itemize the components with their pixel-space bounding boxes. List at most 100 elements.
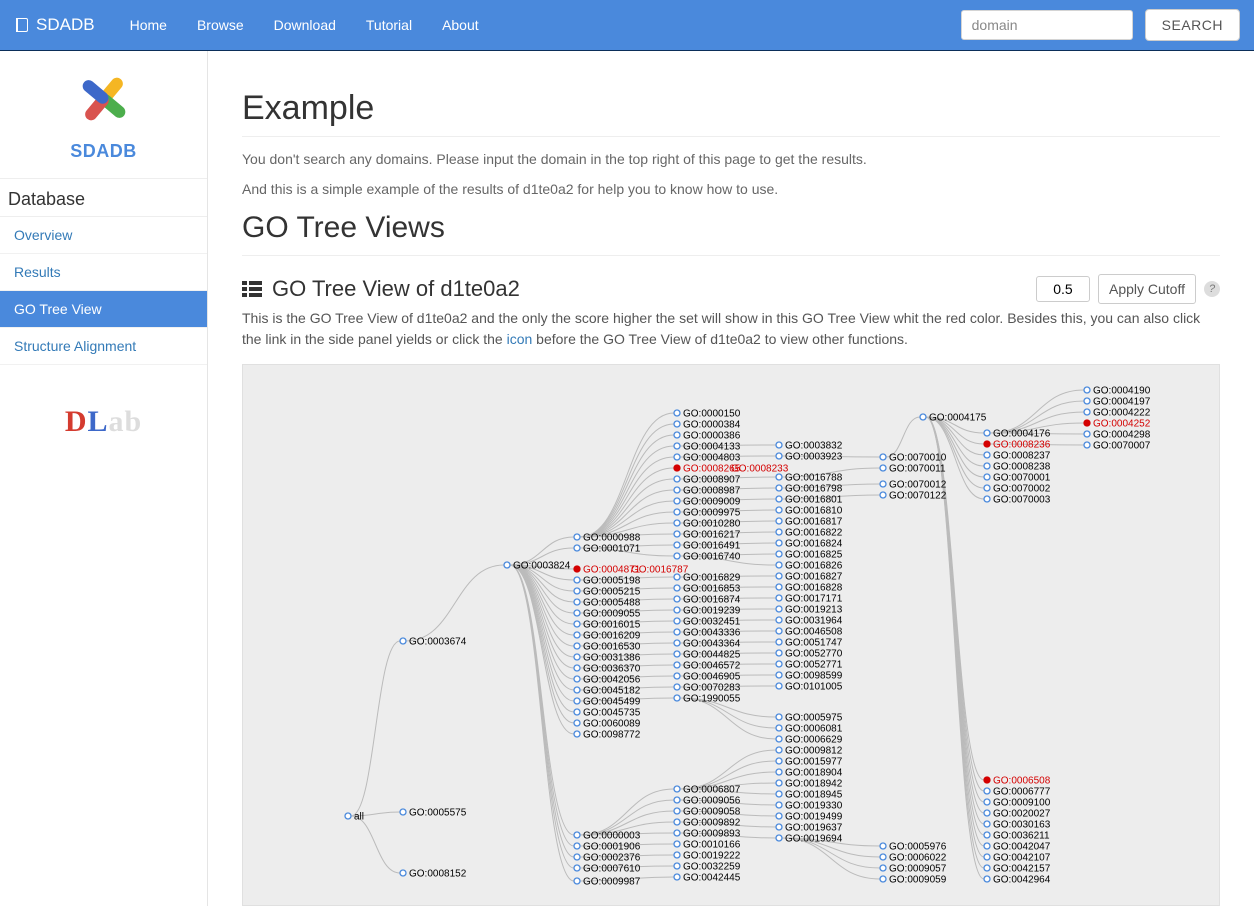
- svg-text:GO:0004133: GO:0004133: [683, 442, 741, 453]
- svg-text:GO:0032259: GO:0032259: [683, 862, 741, 873]
- svg-text:GO:0070012: GO:0070012: [889, 480, 947, 491]
- go-tree-svg[interactable]: allGO:0003674GO:0005575GO:0008152GO:0003…: [243, 365, 1220, 905]
- svg-text:GO:0006022: GO:0006022: [889, 853, 947, 864]
- go-tree-panel[interactable]: allGO:0003674GO:0005575GO:0008152GO:0003…: [242, 364, 1220, 906]
- desc-b: before the GO Tree View of d1te0a2 to vi…: [532, 331, 908, 347]
- nav-about[interactable]: About: [427, 3, 494, 47]
- svg-text:GO:0016217: GO:0016217: [683, 530, 741, 541]
- svg-text:GO:0016826: GO:0016826: [785, 561, 843, 572]
- svg-text:GO:0004252: GO:0004252: [1093, 419, 1151, 430]
- sidebar-item-go-tree-view[interactable]: GO Tree View: [0, 291, 207, 328]
- svg-text:GO:0060089: GO:0060089: [583, 719, 641, 730]
- svg-text:GO:0005198: GO:0005198: [583, 576, 641, 587]
- cutoff-input[interactable]: [1036, 276, 1090, 302]
- navbar: SDADB Home Browse Download Tutorial Abou…: [0, 0, 1254, 51]
- list-icon[interactable]: [242, 280, 262, 298]
- svg-text:GO:0070007: GO:0070007: [1093, 441, 1151, 452]
- svg-text:GO:0000988: GO:0000988: [583, 533, 641, 544]
- svg-text:GO:0009056: GO:0009056: [683, 796, 741, 807]
- block-title-wrap: GO Tree View of d1te0a2: [242, 276, 520, 302]
- svg-text:GO:0042445: GO:0042445: [683, 873, 741, 884]
- sidebar-item-results[interactable]: Results: [0, 254, 207, 291]
- sidebar-item-structure-alignment[interactable]: Structure Alignment: [0, 328, 207, 365]
- nav-browse[interactable]: Browse: [182, 3, 259, 47]
- svg-text:GO:0003832: GO:0003832: [785, 441, 843, 452]
- svg-text:GO:0016825: GO:0016825: [785, 550, 843, 561]
- info-text-2: And this is a simple example of the resu…: [242, 181, 1220, 197]
- svg-text:GO:0016787: GO:0016787: [631, 565, 689, 576]
- nav-right: SEARCH: [961, 9, 1240, 41]
- svg-text:GO:0004197: GO:0004197: [1093, 397, 1151, 408]
- svg-text:GO:0000386: GO:0000386: [683, 431, 741, 442]
- svg-text:GO:0009059: GO:0009059: [889, 875, 947, 886]
- svg-text:GO:0070011: GO:0070011: [889, 464, 946, 475]
- cutoff-controls: Apply Cutoff ?: [1036, 274, 1220, 304]
- logo-icon: [64, 69, 144, 137]
- nav-home[interactable]: Home: [115, 3, 182, 47]
- svg-text:GO:0045499: GO:0045499: [583, 697, 641, 708]
- svg-text:GO:0070122: GO:0070122: [889, 491, 947, 502]
- nav-tutorial[interactable]: Tutorial: [351, 3, 427, 47]
- svg-text:GO:0018904: GO:0018904: [785, 768, 843, 779]
- svg-text:GO:0016801: GO:0016801: [785, 495, 843, 506]
- svg-text:GO:0008236: GO:0008236: [993, 440, 1051, 451]
- svg-text:GO:0003923: GO:0003923: [785, 452, 843, 463]
- svg-text:GO:0008152: GO:0008152: [409, 869, 467, 880]
- svg-text:GO:0044825: GO:0044825: [683, 650, 741, 661]
- desc-link[interactable]: icon: [507, 331, 533, 347]
- search-button[interactable]: SEARCH: [1145, 9, 1240, 41]
- svg-text:GO:0009893: GO:0009893: [683, 829, 741, 840]
- svg-text:GO:0098772: GO:0098772: [583, 730, 641, 741]
- dlab-d: D: [65, 405, 88, 438]
- svg-text:GO:0016788: GO:0016788: [785, 473, 843, 484]
- svg-text:GO:0017171: GO:0017171: [785, 594, 843, 605]
- apply-cutoff-button[interactable]: Apply Cutoff: [1098, 274, 1196, 304]
- svg-text:GO:0000003: GO:0000003: [583, 831, 641, 842]
- svg-text:GO:0006807: GO:0006807: [683, 785, 741, 796]
- svg-text:GO:0101005: GO:0101005: [785, 682, 843, 693]
- svg-text:GO:0005975: GO:0005975: [785, 713, 843, 724]
- svg-text:GO:0046508: GO:0046508: [785, 627, 843, 638]
- svg-text:GO:0019222: GO:0019222: [683, 851, 741, 862]
- sidebar-item-overview[interactable]: Overview: [0, 217, 207, 254]
- svg-text:GO:0019637: GO:0019637: [785, 823, 843, 834]
- page-title: Example: [242, 89, 1220, 137]
- nav-download[interactable]: Download: [259, 3, 351, 47]
- brand-text: SDADB: [36, 15, 95, 35]
- svg-text:GO:0016798: GO:0016798: [785, 484, 843, 495]
- svg-text:GO:0016530: GO:0016530: [583, 642, 641, 653]
- brand[interactable]: SDADB: [14, 15, 95, 35]
- svg-text:GO:0042964: GO:0042964: [993, 875, 1051, 886]
- svg-text:GO:0008233: GO:0008233: [731, 464, 789, 475]
- svg-text:all: all: [354, 812, 364, 823]
- book-icon: [14, 17, 30, 33]
- svg-text:GO:0005575: GO:0005575: [409, 808, 467, 819]
- svg-text:GO:0042047: GO:0042047: [993, 842, 1051, 853]
- svg-text:GO:0000384: GO:0000384: [683, 420, 741, 431]
- svg-text:GO:0019239: GO:0019239: [683, 606, 741, 617]
- svg-text:GO:0031386: GO:0031386: [583, 653, 641, 664]
- svg-text:GO:0016491: GO:0016491: [683, 541, 741, 552]
- svg-text:GO:0006777: GO:0006777: [993, 787, 1051, 798]
- search-input[interactable]: [961, 10, 1133, 40]
- svg-text:GO:0046572: GO:0046572: [683, 661, 741, 672]
- svg-text:GO:0046905: GO:0046905: [683, 672, 741, 683]
- section-title: GO Tree Views: [242, 211, 1220, 256]
- svg-text:GO:0070010: GO:0070010: [889, 453, 947, 464]
- svg-text:GO:0009975: GO:0009975: [683, 508, 741, 519]
- svg-text:GO:0006081: GO:0006081: [785, 724, 843, 735]
- help-icon[interactable]: ?: [1204, 281, 1220, 297]
- svg-text:GO:0018942: GO:0018942: [785, 779, 843, 790]
- main: Example You don't search any domains. Pl…: [208, 51, 1254, 906]
- nav-links: Home Browse Download Tutorial About: [115, 3, 494, 47]
- svg-text:GO:0009009: GO:0009009: [683, 497, 741, 508]
- svg-text:GO:0070001: GO:0070001: [993, 473, 1051, 484]
- svg-text:GO:0030163: GO:0030163: [993, 820, 1051, 831]
- svg-text:GO:0010166: GO:0010166: [683, 840, 741, 851]
- svg-text:GO:0004190: GO:0004190: [1093, 386, 1151, 397]
- block-title: GO Tree View of d1te0a2: [272, 276, 520, 302]
- svg-text:GO:0051747: GO:0051747: [785, 638, 843, 649]
- svg-text:GO:0036211: GO:0036211: [993, 831, 1050, 842]
- svg-text:GO:0015977: GO:0015977: [785, 757, 843, 768]
- svg-text:GO:0016828: GO:0016828: [785, 583, 843, 594]
